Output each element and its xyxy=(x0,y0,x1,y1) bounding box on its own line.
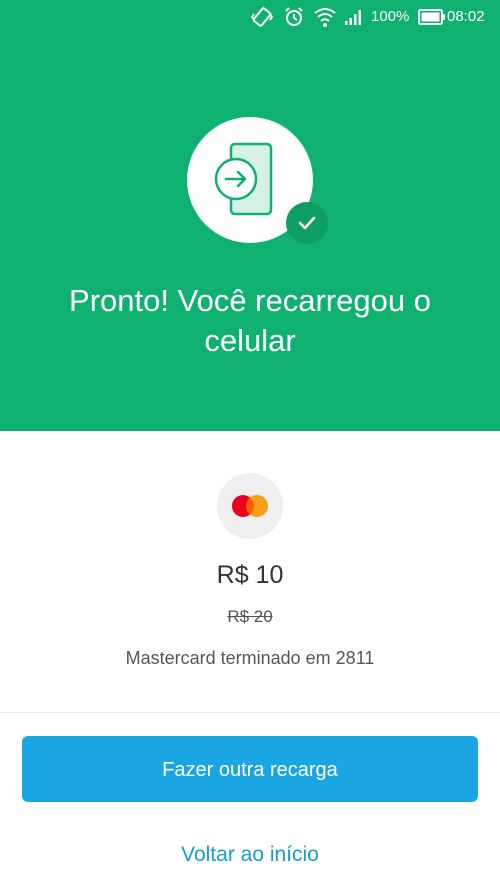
alarm-icon xyxy=(283,6,305,33)
divider xyxy=(0,712,500,713)
success-check-badge xyxy=(286,202,328,244)
check-icon xyxy=(298,216,316,230)
wifi-icon xyxy=(313,6,337,33)
recharge-amount: R$ 10 xyxy=(216,561,284,589)
status-bar: 100% 08:02 xyxy=(0,0,500,34)
card-brand-badge xyxy=(217,473,283,539)
battery-percent: 100% xyxy=(371,8,410,25)
success-title: Pronto! Você recarregou o celular xyxy=(69,283,431,358)
card-description: Mastercard terminado em 2811 xyxy=(125,648,375,668)
battery-icon xyxy=(418,8,446,31)
vibrate-icon xyxy=(251,6,273,33)
original-amount: R$ 20 xyxy=(227,607,273,626)
mastercard-icon xyxy=(232,495,268,517)
back-home-link[interactable]: Voltar ao início xyxy=(0,843,500,867)
success-header: 100% 08:02 Pronto! Você recarregou o cel… xyxy=(0,0,500,431)
signal-icon xyxy=(343,6,365,33)
new-recharge-button[interactable]: Fazer outra recarga xyxy=(22,736,478,802)
status-time: 08:02 xyxy=(447,8,485,25)
